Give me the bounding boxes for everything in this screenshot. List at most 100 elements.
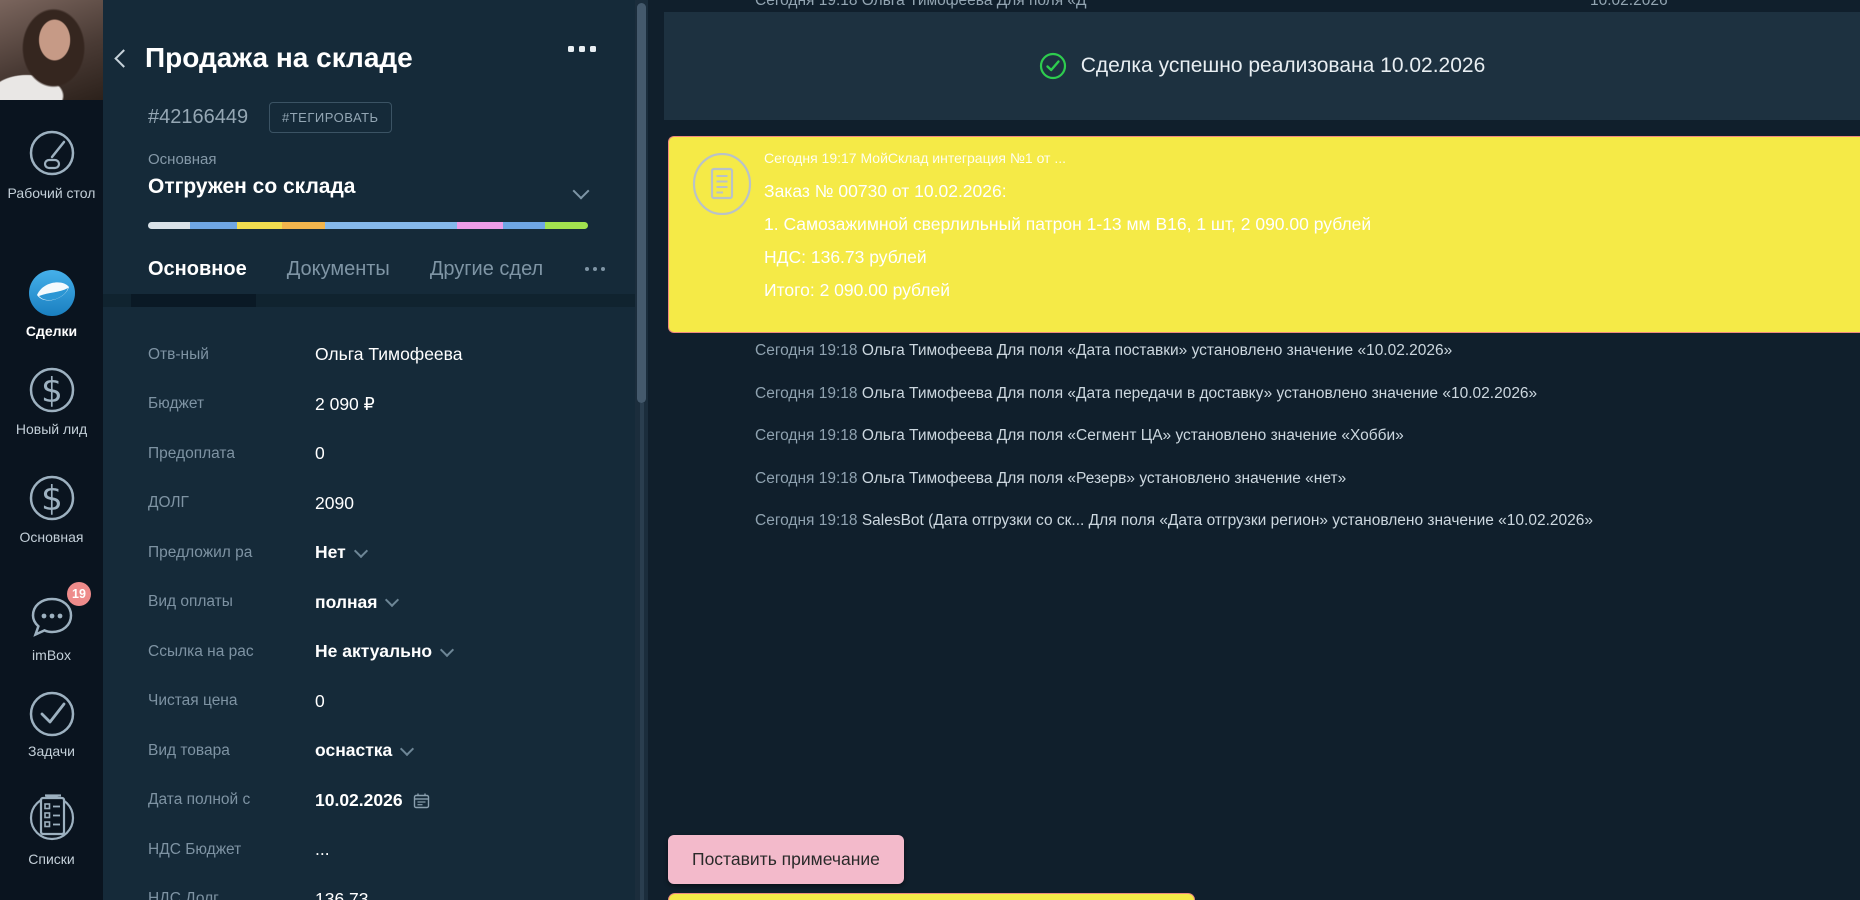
active-tab-underline — [131, 294, 256, 307]
field-label: Вид товара — [148, 742, 315, 760]
left-rail: Рабочий стол Сделки $ Новый лид $ — [0, 0, 103, 900]
field-label: Отв-ный — [148, 346, 315, 364]
more-menu-icon[interactable] — [568, 46, 596, 52]
note-line: 1. Самозажимной сверлильный патрон 1-13 … — [764, 208, 1830, 241]
panel-scrollbar-line — [640, 403, 644, 900]
note-document-icon — [691, 153, 753, 215]
event-time: Сегодня 19:18 — [755, 342, 858, 359]
chevron-down-icon[interactable] — [573, 183, 590, 200]
field-label: Бюджет — [148, 395, 315, 413]
field-value-vat-debt[interactable]: 136.73 — [315, 889, 608, 900]
pipeline-progress-bar — [148, 222, 588, 229]
deal-title[interactable]: Продажа на складе — [145, 42, 413, 74]
stage-segment — [457, 222, 503, 229]
sidebar-item-label: Сделки — [0, 323, 103, 340]
chevron-down-icon — [354, 544, 368, 558]
tabs-overflow-icon[interactable] — [585, 267, 605, 271]
field-label: Вид оплаты — [148, 593, 315, 611]
sidebar-item-tasks[interactable]: Задачи — [0, 686, 103, 760]
field-value-net-price[interactable]: 0 — [315, 691, 608, 712]
sidebar-item-dashboard[interactable]: Рабочий стол — [0, 126, 103, 202]
note-body: Сегодня 19:17 МойСклад интеграция №1 от … — [764, 150, 1830, 307]
stage-segment — [190, 222, 237, 229]
field-select-product-type[interactable]: оснастка — [315, 740, 608, 761]
field-value-responsible[interactable]: Ольга Тимофеева — [315, 344, 608, 365]
success-banner-text: Сделка успешно реализована 10.02.2026 — [1081, 54, 1486, 78]
dollar-circle-icon: $ — [25, 358, 79, 418]
chevron-down-icon — [400, 742, 414, 756]
field-value-prepayment[interactable]: 0 — [315, 443, 608, 464]
event-author: Ольга Тимофеева — [862, 342, 993, 359]
event-time: Сегодня 19:18 — [755, 427, 858, 444]
deal-id: #42166449 — [148, 106, 248, 129]
field-label: Дата полной с — [148, 791, 315, 809]
add-note-button[interactable]: Поставить примечание — [668, 835, 904, 884]
event-row: Сегодня 19:18 SalesBot (Дата отгрузки со… — [755, 512, 1830, 530]
sidebar-item-imbox[interactable]: 19 imBox — [0, 590, 103, 664]
calendar-icon — [413, 792, 430, 809]
event-author: Ольга Тимофеева — [862, 427, 993, 444]
event-message: Для поля «Дата передачи в доставку» уста… — [997, 385, 1537, 402]
field-label: ДОЛГ — [148, 494, 315, 512]
note-line: НДС: 136.73 рублей — [764, 241, 1830, 274]
chevron-down-icon — [440, 643, 454, 657]
back-chevron-icon[interactable] — [114, 49, 132, 67]
event-author: Ольга Тимофеева — [862, 385, 993, 402]
field-label: НДС Долг — [148, 890, 315, 900]
clipped-event-row: Сегодня 19:18 Ольга Тимофеева Для поля «… — [755, 0, 1087, 10]
event-message: Для поля «Дата отгрузки регион» установл… — [1089, 512, 1593, 529]
field-select-offered[interactable]: Нет — [315, 542, 608, 563]
note-header: Сегодня 19:17 МойСклад интеграция №1 от … — [764, 150, 1830, 166]
stage-segment — [325, 222, 457, 229]
sidebar-item-label: Задачи — [0, 743, 103, 760]
sidebar-item-new-lead[interactable]: $ Новый лид — [0, 358, 103, 438]
sidebar-item-deals[interactable]: Сделки — [0, 266, 103, 340]
check-circle-icon — [25, 686, 79, 740]
deal-tabs: Основное Документы Другие сдел 1 — [148, 256, 673, 282]
deal-fields: Отв-ный Ольга Тимофеева Бюджет 2 090 ₽ П… — [148, 330, 608, 900]
event-row: Сегодня 19:18 Ольга Тимофеева Для поля «… — [755, 470, 1830, 488]
stage-segment — [545, 222, 588, 229]
clipped-note-strip — [668, 893, 1195, 900]
chevron-down-icon — [385, 593, 399, 607]
event-author: SalesBot (Дата отгрузки со ск... — [862, 512, 1085, 529]
deals-logo-icon — [25, 266, 79, 320]
stage-selector[interactable]: Отгружен со склада — [148, 175, 355, 199]
event-message: Для поля «Резерв» установлено значение «… — [997, 470, 1346, 487]
panel-scrollbar-thumb[interactable] — [637, 3, 646, 403]
timeline-panel: Сегодня 19:18 Ольга Тимофеева Для поля «… — [648, 0, 1860, 900]
stage-segment — [503, 222, 545, 229]
tab-main[interactable]: Основное — [148, 258, 247, 281]
svg-text:$: $ — [41, 371, 63, 411]
event-row: Сегодня 19:18 Ольга Тимофеева Для поля «… — [755, 342, 1830, 360]
tag-button[interactable]: #ТЕГИРОВАТЬ — [269, 102, 392, 133]
event-row: Сегодня 19:18 Ольга Тимофеева Для поля «… — [755, 427, 1830, 445]
deal-panel: Продажа на складе #42166449 #ТЕГИРОВАТЬ … — [103, 0, 635, 900]
field-label: Предложил ра — [148, 544, 315, 562]
event-message: Для поля «Сегмент ЦА» установлено значен… — [997, 427, 1404, 444]
field-label: НДС Бюджет — [148, 841, 315, 859]
sidebar-item-label: Рабочий стол — [0, 185, 103, 202]
field-value-budget[interactable]: 2 090 ₽ — [315, 394, 608, 415]
event-time: Сегодня 19:18 — [755, 512, 858, 529]
tab-other-deals[interactable]: Другие сдел — [430, 258, 543, 281]
field-select-link[interactable]: Не актуально — [315, 641, 608, 662]
field-select-payment-type[interactable]: полная — [315, 592, 608, 613]
tab-documents[interactable]: Документы — [287, 258, 390, 281]
sidebar-item-label: Списки — [0, 851, 103, 868]
list-clipboard-icon — [25, 786, 79, 848]
svg-text:$: $ — [41, 479, 63, 519]
user-avatar[interactable] — [0, 0, 103, 100]
event-row: Сегодня 19:18 Ольга Тимофеева Для поля «… — [755, 385, 1830, 403]
speedometer-icon — [25, 126, 79, 182]
sidebar-item-label: imBox — [0, 647, 103, 664]
field-value-debt[interactable]: 2090 — [315, 493, 608, 514]
sidebar-item-lists[interactable]: Списки — [0, 786, 103, 868]
success-banner: Сделка успешно реализована 10.02.2026 — [664, 12, 1860, 120]
highlighted-note: Сегодня 19:17 МойСклад интеграция №1 от … — [668, 136, 1860, 333]
clipped-event-date: 10.02.2026 — [1590, 0, 1668, 10]
field-date-full-payment[interactable]: 10.02.2026 — [315, 790, 608, 811]
stage-segment — [237, 222, 282, 229]
field-value-vat-budget[interactable]: ... — [315, 839, 608, 860]
sidebar-item-main-pipeline[interactable]: $ Основная — [0, 466, 103, 546]
